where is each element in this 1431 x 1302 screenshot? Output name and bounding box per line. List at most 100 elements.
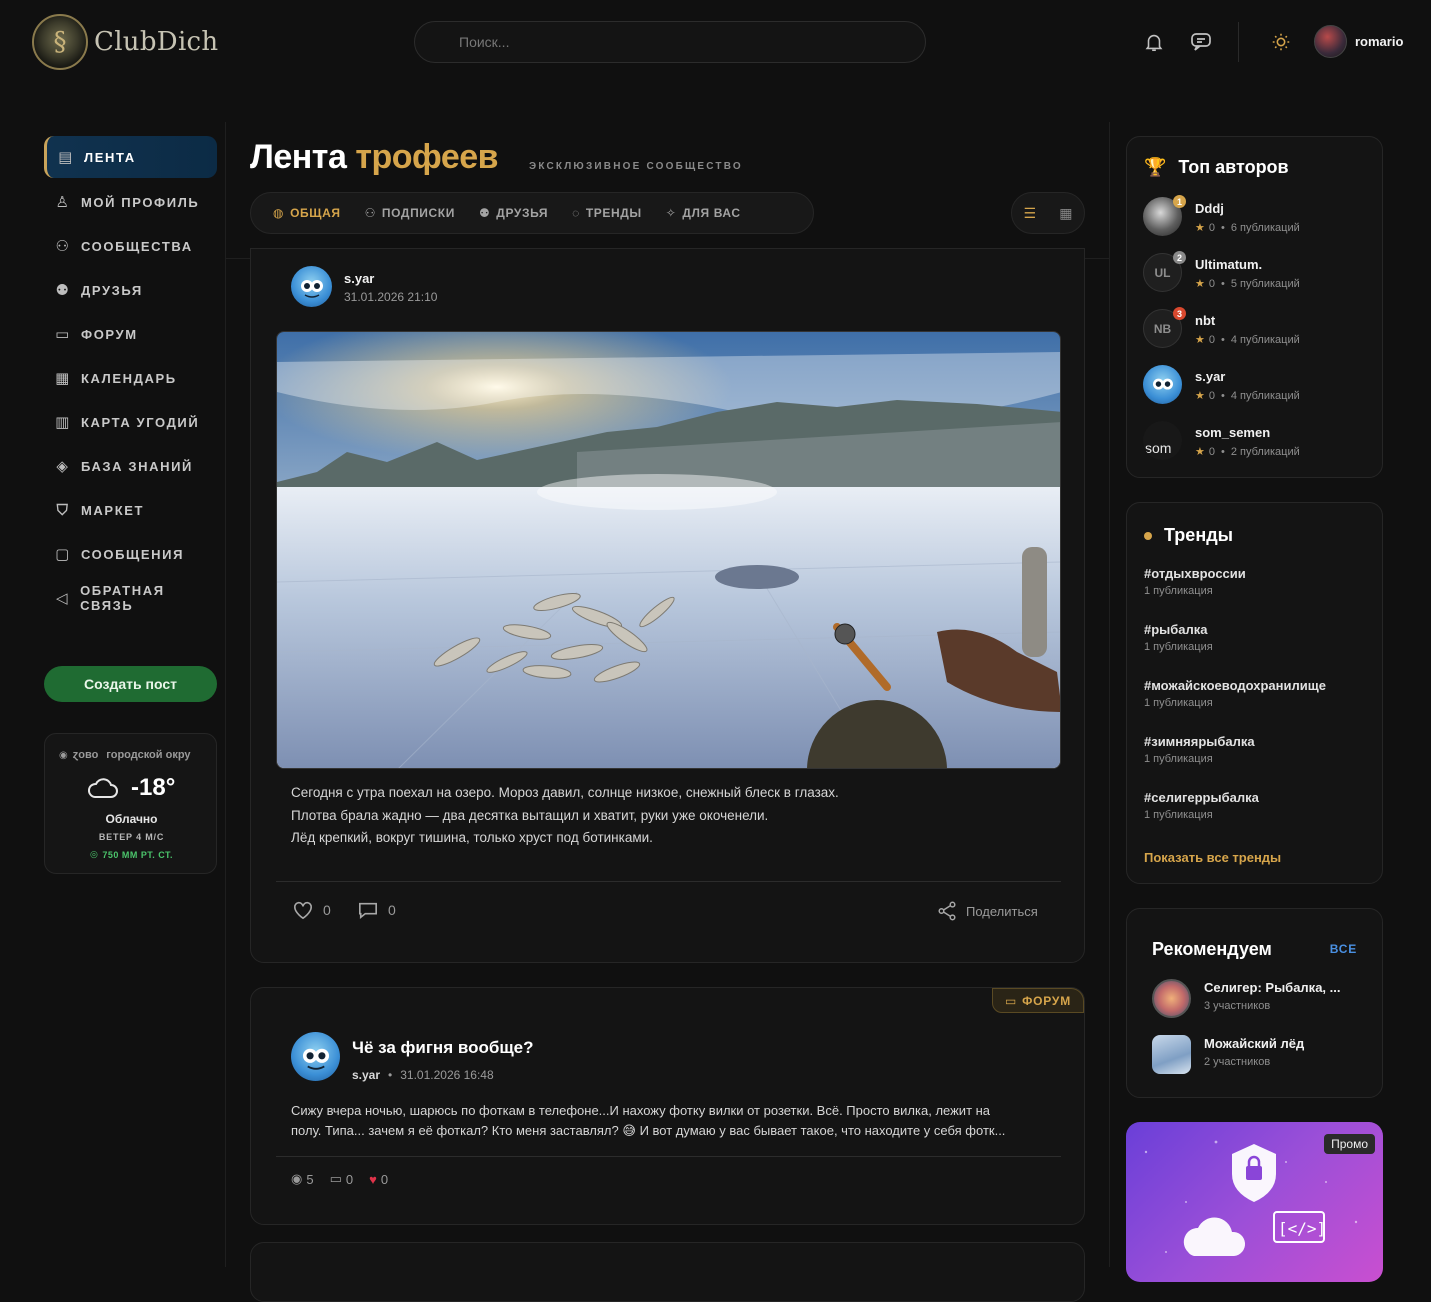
globe-icon: ◍ [273,206,285,220]
sidebar-item-calendar[interactable]: ▦ КАЛЕНДАРЬ [44,357,217,399]
tab-label: ДРУЗЬЯ [496,206,549,220]
page-subtitle: ЭКСКЛЮЗИВНОЕ СООБЩЕСТВО [529,161,743,172]
page-title-part: Лента [250,138,347,176]
excerpt-line: Сижу вчера ночью, шарюсь по фоткам в тел… [291,1103,991,1118]
post-card-next [250,1242,1085,1302]
users-icon: ⚇ [55,238,71,255]
meta-dot: • [388,1068,393,1082]
author-pubs: 6 публикаций [1230,221,1300,234]
weather-widget: ◉ ɀово городской окру -18° Облачно ВЕТЕР… [44,733,217,874]
tab-general[interactable]: ◍ ОБЩАЯ [261,197,353,229]
meta-dot: • [1221,221,1225,234]
trend-item[interactable]: #рыбалка 1 публикация [1144,622,1213,653]
trend-count: 1 публикация [1144,697,1213,709]
author-row[interactable]: 1 Dddj ★ 0 • 6 публикаций [1143,195,1363,239]
post-author[interactable]: s.yar [344,271,374,286]
tab-subscriptions[interactable]: ⚇ ПОДПИСКИ [353,197,467,229]
post-photo[interactable] [276,331,1061,769]
sidebar-item-forum[interactable]: ▭ ФОРУМ [44,313,217,355]
views-count: 5 [306,1171,314,1187]
chat-icon[interactable] [1190,31,1214,57]
show-all-trends-link[interactable]: Показать все тренды [1144,850,1281,865]
comment-button[interactable]: 0 [357,900,396,920]
sidebar-item-feedback[interactable]: ◁ ОБРАТНАЯ СВЯЗЬ [44,577,217,619]
create-post-button[interactable]: Создать пост [44,666,217,702]
sidebar-item-friends[interactable]: ⚉ ДРУЗЬЯ [44,269,217,311]
page-title: Лента трофеев [250,138,499,177]
list-view-icon[interactable]: ☰ [1024,205,1037,222]
forum-post-title[interactable]: Чё за фигня вообще? [352,1038,534,1058]
promo-banner[interactable]: [</>] Промо [1126,1122,1383,1282]
sidebar-item-messages[interactable]: ▢ СООБЩЕНИЯ [44,533,217,575]
sidebar-item-label: КАРТА УГОДИЙ [81,414,200,430]
sidebar-item-label: ДРУЗЬЯ [81,282,143,298]
forum-post-card[interactable]: ▭ ФОРУМ Чё за фигня вообще? s.yar • 31.01… [250,987,1085,1225]
see-all-link[interactable]: ВСЕ [1330,942,1357,956]
like-button[interactable]: 0 [292,900,331,920]
logo[interactable]: § ClubDich [32,14,218,70]
forum-icon: ▭ [55,326,71,343]
trend-count: 1 публикация [1144,641,1213,653]
excerpt-part: полу. Типа... зачем я её фоткал? Кто мен… [291,1123,619,1138]
author-avatar[interactable] [291,1032,340,1081]
sidebar-item-label: ФОРУМ [81,326,138,342]
author-row[interactable]: UL 2 Ultimatum. ★ 0 • 5 публикаций [1143,251,1363,295]
logo-text: ClubDich [94,27,219,57]
page-title-accent: трофеев [355,138,499,176]
user-avatar[interactable] [1314,25,1347,58]
sidebar-item-label: СООБЩЕНИЯ [81,546,185,562]
rank-badge: 2 [1173,251,1186,264]
bell-icon[interactable] [1143,31,1165,57]
author-row[interactable]: s.yar ★ 0 • 4 публикаций [1143,365,1363,407]
sidebar-item-feed[interactable]: ▤ ЛЕНТА [44,136,217,178]
sun-icon[interactable] [1270,31,1292,57]
community-avatar [1152,979,1191,1018]
post-author[interactable]: s.yar [352,1068,380,1082]
tab-label: ДЛЯ ВАС [682,206,741,220]
author-pubs: 2 публикаций [1230,445,1300,458]
author-rating: 0 [1208,221,1215,234]
trend-item[interactable]: #можайскоеводохранилище 1 публикация [1144,678,1326,709]
user-icon: ♙ [55,194,71,211]
sidebar-item-market[interactable]: ⛉ МАРКЕТ [44,489,217,531]
megaphone-icon: ◁ [55,590,70,607]
trend-item[interactable]: #селигеррыбалка 1 публикация [1144,790,1259,821]
author-name: som_semen [1195,425,1271,440]
community-item[interactable]: Можайский лёд 2 участников [1152,1035,1362,1077]
grid-view-icon[interactable]: ▦ [1059,205,1072,222]
tab-trends[interactable]: ◌ ТРЕНДЫ [560,197,654,229]
forum-badge-label: ФОРУМ [1022,993,1071,1008]
search-input[interactable]: Поиск... [414,21,926,63]
sidebar-item-map[interactable]: ▥ КАРТА УГОДИЙ [44,401,217,443]
location-pin-icon: ◉ [59,749,68,761]
sidebar-item-profile[interactable]: ♙ МОЙ ПРОФИЛЬ [44,181,217,223]
username[interactable]: romario [1355,34,1403,49]
community-item[interactable]: Селигер: Рыбалка, ... 3 участников [1152,979,1362,1021]
post-card: s.yar 31.01.2026 21:10 Сегодня с утра по… [250,248,1085,963]
sidebar-item-label: МАРКЕТ [81,502,145,518]
header-divider [1238,22,1239,62]
author-row[interactable]: NB 3 nbt ★ 0 • 4 публикаций [1143,307,1363,351]
trend-dot-icon [1144,531,1152,540]
tab-for-you[interactable]: ✧ ДЛЯ ВАС [654,197,753,229]
sidebar-item-label: ОБРАТНАЯ СВЯЗЬ [80,583,165,613]
sidebar-item-communities[interactable]: ⚇ СООБЩЕСТВА [44,225,217,267]
author-row[interactable]: som som_semen ★ 0 • 2 публикаций [1143,421,1363,463]
tab-friends[interactable]: ⚉ ДРУЗЬЯ [467,197,560,229]
weather-location: ɀово [72,749,99,761]
feed-tabs: ◍ ОБЩАЯ ⚇ ПОДПИСКИ ⚉ ДРУЗЬЯ ◌ ТРЕНДЫ ✧ ДЛЯ ВА… [250,192,814,234]
friends-icon: ⚉ [478,206,491,220]
post-line: Плотва брала жадно — два десятка вытащил… [291,807,769,823]
weather-condition: Облачно [105,812,158,826]
comment-icon: ▭ [329,1171,342,1186]
trend-item[interactable]: #отдыхвроссии 1 публикация [1144,566,1246,597]
feed-icon: ▤ [58,149,74,166]
author-avatar[interactable] [291,266,332,307]
share-button[interactable]: Поделиться [936,900,1038,922]
sidebar-item-knowledge[interactable]: ◈ БАЗА ЗНАНИЙ [44,445,217,487]
trend-count: 1 публикация [1144,809,1213,821]
trend-item[interactable]: #зимняярыбалка 1 публикация [1144,734,1255,765]
excerpt-part: И вот думаю у вас бывает такое, что нахо… [639,1123,1006,1138]
heart-icon: ♥ [369,1171,377,1187]
star-icon: ★ [1195,390,1205,402]
